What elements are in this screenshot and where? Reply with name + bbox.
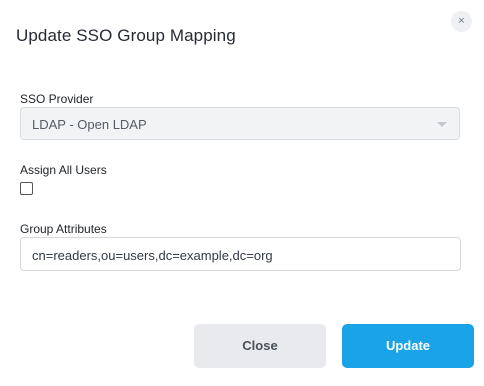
dialog-title: Update SSO Group Mapping (16, 26, 236, 45)
group-attributes-value: cn=readers,ou=users,dc=example,dc=org (32, 248, 273, 263)
close-icon[interactable]: × (451, 11, 472, 32)
close-glyph: × (458, 15, 465, 27)
assign-all-users-label: Assign All Users (20, 163, 107, 177)
chevron-down-icon (437, 122, 447, 127)
group-attributes-label: Group Attributes (20, 222, 107, 236)
sso-provider-selected-value: LDAP - Open LDAP (32, 117, 147, 132)
assign-all-users-checkbox[interactable] (20, 182, 33, 195)
sso-provider-select[interactable]: LDAP - Open LDAP (20, 107, 460, 140)
sso-provider-label: SSO Provider (20, 92, 94, 106)
group-attributes-input[interactable]: cn=readers,ou=users,dc=example,dc=org (20, 237, 461, 271)
update-sso-group-mapping-dialog: × Update SSO Group Mapping SSO Provider … (0, 0, 484, 386)
close-button[interactable]: Close (194, 324, 326, 368)
update-button[interactable]: Update (342, 324, 474, 368)
